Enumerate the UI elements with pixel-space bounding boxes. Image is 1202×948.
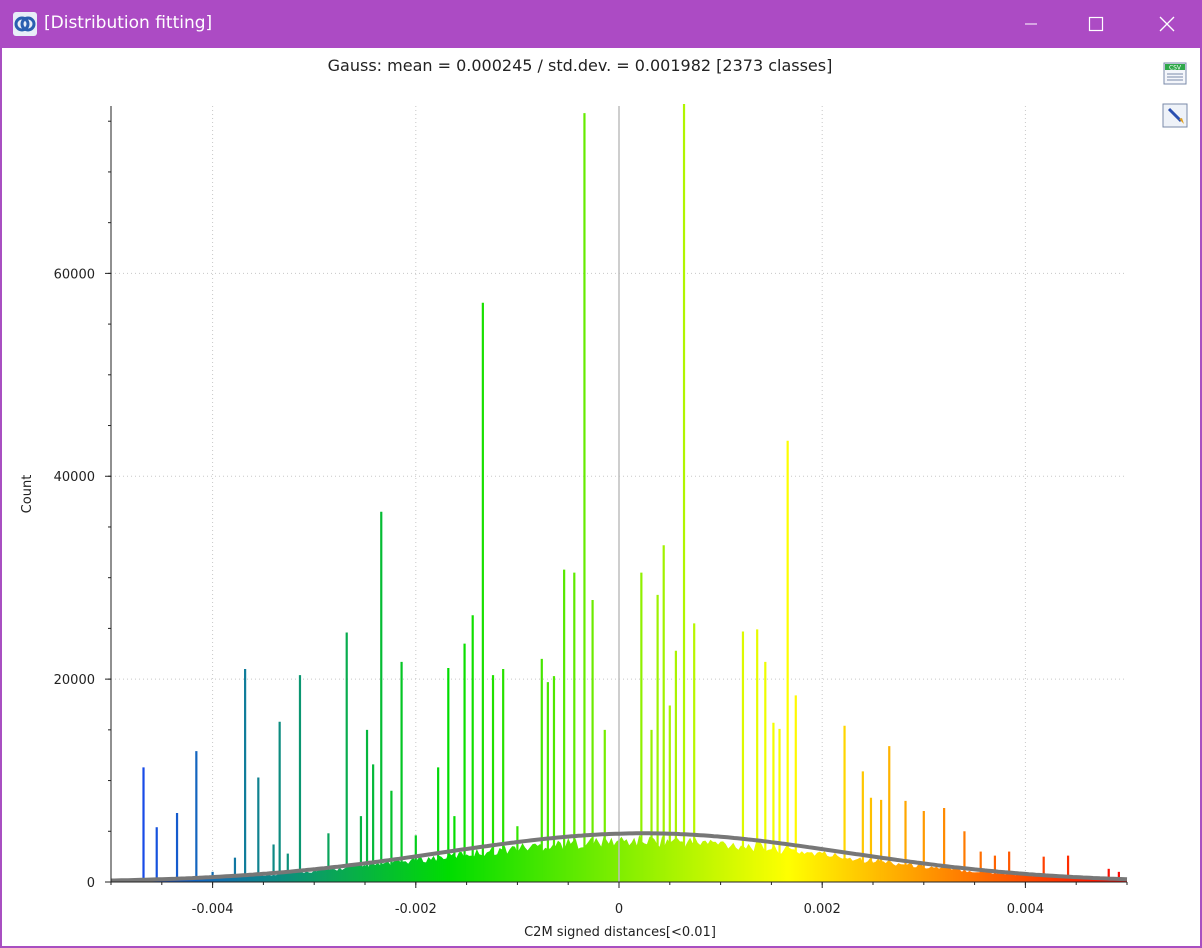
x-tick-label: 0.004: [1007, 902, 1044, 917]
x-tick-label: -0.004: [192, 902, 234, 917]
y-tick-label: 40000: [54, 470, 95, 485]
x-tick-label: 0: [615, 902, 623, 917]
y-tick-label: 60000: [54, 267, 95, 282]
y-tick-label: 20000: [54, 673, 95, 688]
x-tick-label: -0.002: [395, 902, 437, 917]
x-tick-label: 0.002: [804, 902, 841, 917]
y-axis-title: Count: [20, 475, 35, 514]
histogram-plot: -0.004 -0.002 0 0.002 0.004 0 20000 40000 60000 C…: [20, 103, 1128, 940]
distribution-fitting-window: [Distribution fitting] Gauss: mean = 0.0…: [0, 0, 1202, 948]
x-axis-title: C2M signed distances[<0.01]: [524, 925, 716, 940]
y-tick-label: 0: [87, 876, 95, 891]
